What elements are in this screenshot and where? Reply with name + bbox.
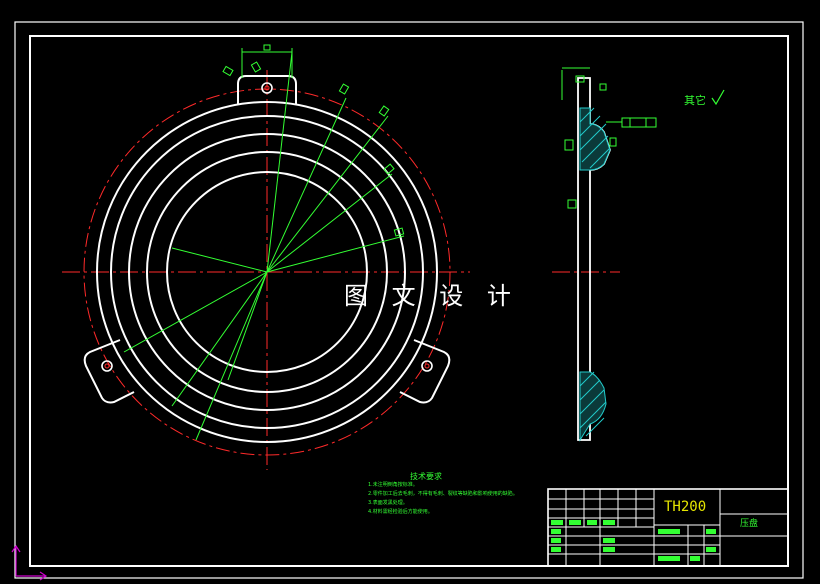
section-view: 其它 bbox=[552, 67, 725, 442]
tech-req-item: 4.材料需经检验后方能使用。 bbox=[368, 509, 433, 515]
roughness-symbol bbox=[711, 89, 725, 106]
tech-req-title: 技术要求 bbox=[410, 472, 442, 481]
title-block-cells bbox=[551, 520, 716, 561]
front-view bbox=[62, 44, 470, 470]
roughness-note: 其它 bbox=[684, 93, 706, 107]
left-lug-hole-center bbox=[104, 363, 110, 369]
right-lug-hole bbox=[421, 360, 433, 372]
tech-req-item: 2.零件加工后去毛刺，不得有毛刺、裂纹等缺陷和影响使用的缺陷。 bbox=[368, 491, 518, 497]
tech-req-item: 3.表面发黑处理。 bbox=[368, 500, 408, 506]
drawing-code: TH200 bbox=[664, 499, 707, 515]
technical-requirements: 技术要求 1.未注明倒角按标准。 2.零件加工后去毛刺，不得有毛刺、裂纹等缺陷和… bbox=[368, 472, 518, 517]
tech-req-item: 1.未注明倒角按标准。 bbox=[368, 482, 418, 488]
watermark-text: 图 文 设 计 bbox=[344, 282, 519, 310]
right-lug-hole-center bbox=[424, 363, 430, 369]
part-name: 压盘 bbox=[740, 519, 759, 529]
section-dimension-marks bbox=[561, 67, 657, 209]
